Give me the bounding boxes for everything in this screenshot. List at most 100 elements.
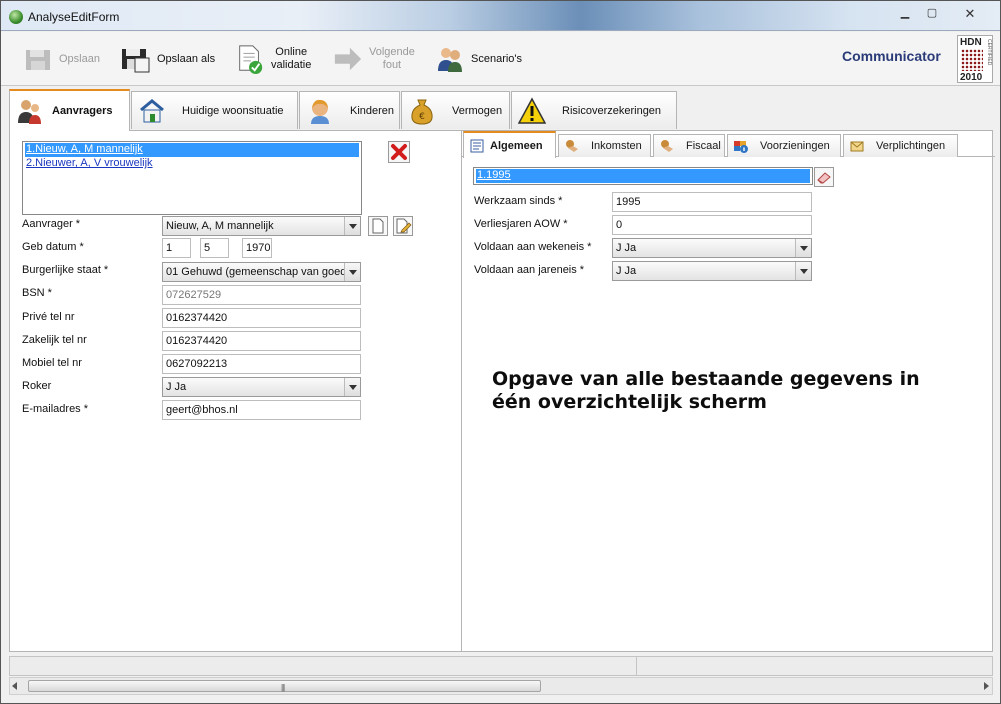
save-icon — [26, 50, 50, 70]
bsn-input[interactable]: 072627529 — [162, 285, 361, 305]
bsn-label: BSN * — [22, 287, 52, 299]
chevron-down-icon — [344, 378, 360, 396]
burgerlijke-staat-select[interactable]: 01 Gehuwd (gemeenschap van goederen) — [162, 262, 361, 282]
horizontal-scrollbar[interactable]: ||| — [9, 677, 993, 695]
roker-label: Roker — [22, 380, 52, 392]
list-item[interactable]: 1.1995 — [476, 169, 810, 183]
title-bar: AnalyseEditForm ▁ ▢ ✕ — [1, 1, 1000, 31]
new-applicant-button[interactable] — [368, 216, 388, 236]
mobiel-tel-input[interactable]: 0627092213 — [162, 354, 361, 374]
online-validation-label-2: validatie — [271, 59, 312, 71]
applicant-list[interactable]: 1.Nieuw, A, M mannelijk 2.Nieuwer, A, V … — [22, 141, 362, 215]
status-bar — [9, 656, 993, 676]
tab-algemeen[interactable]: Algemeen — [463, 131, 556, 158]
tab-kinderen[interactable]: Kinderen — [299, 91, 400, 129]
remove-employment-button[interactable] — [814, 167, 834, 187]
save-as-button[interactable]: Opslaan als — [121, 40, 215, 78]
tab-fiscaal-label: Fiscaal — [686, 140, 721, 152]
verliesjaren-input[interactable]: 0 — [612, 215, 812, 235]
email-input[interactable]: geert@bhos.nl — [162, 400, 361, 420]
jareneis-select[interactable]: J Ja — [612, 261, 812, 281]
document-check-icon — [239, 45, 263, 74]
geb-datum-year-input[interactable]: 1970 — [242, 238, 272, 258]
delete-applicant-button[interactable] — [388, 141, 410, 163]
list-item[interactable]: 1.Nieuw, A, M mannelijk — [25, 143, 359, 157]
hand-coins-icon — [566, 140, 578, 152]
zakelijk-tel-input[interactable]: 0162374420 — [162, 331, 361, 351]
app-icon — [9, 10, 23, 24]
save-as-icon — [122, 49, 150, 73]
edit-document-icon — [396, 218, 412, 234]
new-document-icon — [372, 218, 384, 234]
email-label: E-mailadres * — [22, 403, 89, 415]
wekeneis-value: J Ja — [616, 242, 637, 254]
main-tabs: Aanvragers Huidige woonsituatie Kinderen… — [9, 89, 993, 131]
form-icon — [470, 139, 484, 152]
tab-verplichtingen[interactable]: Verplichtingen — [843, 134, 958, 157]
chevron-down-icon — [795, 262, 811, 280]
werkzaam-sinds-input[interactable]: 1995 — [612, 192, 812, 212]
brand-label: Communicator — [842, 48, 941, 64]
arrow-right-icon — [334, 47, 362, 71]
geb-datum-month-input[interactable]: 5 — [200, 238, 229, 258]
house-icon — [140, 98, 164, 122]
chevron-down-icon — [344, 217, 360, 235]
prive-tel-input[interactable]: 0162374420 — [162, 308, 361, 328]
sub-tabs: Algemeen Inkomsten Fiscaal Voorzieningen… — [462, 131, 995, 158]
tab-risicoverzekeringen-label: Risicoverzekeringen — [562, 104, 662, 117]
save-button[interactable]: Opslaan — [23, 40, 100, 78]
window-title: AnalyseEditForm — [28, 10, 120, 24]
aanvrager-value: Nieuw, A, M mannelijk — [166, 220, 274, 232]
tab-huidige-woonsituatie-label: Huidige woonsituatie — [182, 104, 284, 117]
chevron-down-icon — [344, 263, 360, 281]
edit-applicant-button[interactable] — [393, 216, 413, 236]
aanvrager-select[interactable]: Nieuw, A, M mannelijk — [162, 216, 361, 236]
scroll-left-icon[interactable] — [12, 682, 17, 690]
tab-voorzieningen[interactable]: Voorzieningen — [727, 134, 841, 157]
next-error-label-2: fout — [382, 59, 402, 71]
geb-datum-day-input[interactable]: 1 — [162, 238, 191, 258]
delete-icon — [391, 144, 407, 160]
tab-aanvragers[interactable]: Aanvragers — [9, 89, 130, 131]
promo-caption-line-1: Opgave van alle bestaande gegevens in — [492, 368, 920, 390]
tab-aanvragers-label: Aanvragers — [52, 105, 113, 117]
scroll-right-icon[interactable] — [984, 682, 989, 690]
window: AnalyseEditForm ▁ ▢ ✕ Opslaan Opslaan al… — [0, 0, 1001, 704]
geb-datum-label: Geb datum * — [22, 241, 84, 253]
tab-vermogen[interactable]: € Vermogen — [401, 91, 510, 129]
tab-fiscaal[interactable]: Fiscaal — [653, 134, 725, 157]
scrollbar-thumb[interactable]: ||| — [28, 680, 541, 692]
roker-select[interactable]: J Ja — [162, 377, 361, 397]
people-icon — [18, 100, 41, 124]
envelope-icon — [850, 141, 864, 152]
hdn-certified-logo: HDN CERTIFIED 2010 — [957, 35, 993, 83]
mobiel-tel-label: Mobiel tel nr — [22, 357, 82, 369]
people-icon — [438, 48, 462, 72]
scenarios-button[interactable]: Scenario's — [435, 40, 522, 78]
online-validation-button[interactable]: Online validatie — [235, 40, 311, 78]
money-bag-icon: € — [411, 99, 433, 125]
tab-risicoverzekeringen[interactable]: Risicoverzekeringen — [511, 91, 677, 129]
close-button[interactable]: ✕ — [956, 6, 984, 23]
werkzaam-sinds-label: Werkzaam sinds * — [474, 195, 563, 207]
tab-huidige-woonsituatie[interactable]: Huidige woonsituatie — [131, 91, 298, 129]
next-error-button[interactable]: Volgende fout — [333, 40, 415, 78]
toolbar: Opslaan Opslaan als Online validatie Vol… — [1, 32, 1000, 86]
wekeneis-label: Voldaan aan wekeneis * — [474, 241, 592, 253]
online-validation-label-1: Online — [275, 46, 308, 58]
maximize-button[interactable]: ▢ — [919, 6, 945, 23]
roker-value: J Ja — [166, 381, 187, 393]
wekeneis-select[interactable]: J Ja — [612, 238, 812, 258]
minimize-button[interactable]: ▁ — [892, 6, 918, 23]
list-item[interactable]: 2.Nieuwer, A, V vrouwelijk — [25, 157, 153, 171]
zakelijk-tel-label: Zakelijk tel nr — [22, 334, 87, 346]
jareneis-label: Voldaan aan jareneis * — [474, 264, 585, 276]
chevron-down-icon — [795, 239, 811, 257]
warning-icon — [518, 96, 546, 124]
aanvrager-label: Aanvrager * — [22, 218, 81, 230]
tab-kinderen-label: Kinderen — [350, 104, 395, 117]
employment-list[interactable]: 1.1995 — [473, 167, 813, 185]
svg-text:€: € — [419, 112, 425, 122]
tab-inkomsten[interactable]: Inkomsten — [558, 134, 651, 157]
promo-caption: Opgave van alle bestaande gegevens in éé… — [492, 368, 920, 414]
